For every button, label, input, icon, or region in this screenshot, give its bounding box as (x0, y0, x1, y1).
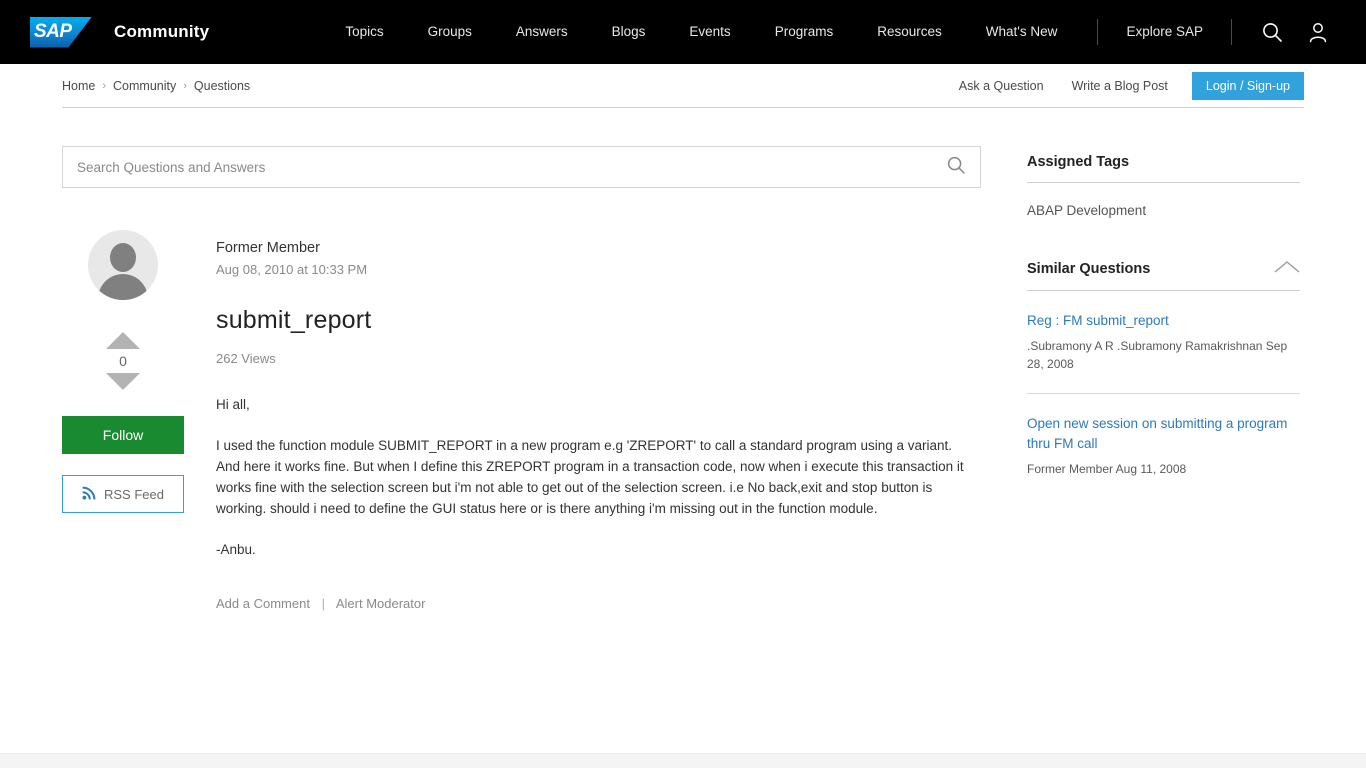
search-input[interactable] (77, 159, 946, 175)
brand-area[interactable]: SAP Community (30, 16, 210, 48)
user-account-icon[interactable] (1298, 12, 1338, 52)
breadcrumb-item-home[interactable]: Home (62, 79, 95, 93)
search-icon[interactable] (1252, 12, 1292, 52)
nav-item-blogs[interactable]: Blogs (590, 0, 668, 64)
question-text: Hi all, I used the function module SUBMI… (216, 394, 976, 560)
similar-question-link[interactable]: Reg : FM submit_report (1027, 311, 1300, 331)
rss-feed-label: RSS Feed (104, 486, 164, 502)
breadcrumb: Home › Community › Questions (62, 79, 250, 93)
nav-item-events[interactable]: Events (667, 0, 752, 64)
sap-logo-icon[interactable]: SAP (30, 16, 92, 48)
secondary-menu: Explore SAP (1083, 0, 1338, 64)
follow-button[interactable]: Follow (62, 416, 184, 454)
question-left-rail: 0 Follow RSS Feed (62, 230, 184, 611)
question-author: Former Member (216, 240, 320, 256)
similar-question-link[interactable]: Open new session on submitting a program… (1027, 414, 1300, 454)
main-column: 0 Follow RSS Feed For (62, 146, 981, 611)
breadcrumb-item-questions[interactable]: Questions (194, 79, 250, 93)
alert-moderator-link[interactable]: Alert Moderator (336, 596, 426, 611)
vote-widget: 0 (62, 332, 184, 390)
question-paragraph: -Anbu. (216, 542, 256, 557)
assigned-tags-title: Assigned Tags (1027, 154, 1130, 170)
menu-divider-1 (1097, 19, 1099, 45)
question-body: Former Member Aug 08, 2010 at 10:33 PM s… (216, 230, 981, 611)
nav-item-programs[interactable]: Programs (753, 0, 856, 64)
rss-feed-button[interactable]: RSS Feed (62, 475, 184, 513)
page-title: submit_report (216, 306, 372, 334)
top-navigation-bar: SAP Community Topics Groups Answers Blog… (0, 0, 1366, 64)
upvote-icon[interactable] (106, 332, 140, 349)
action-divider: | (321, 596, 325, 611)
ask-a-question-link[interactable]: Ask a Question (945, 79, 1058, 93)
question-date: Aug 08, 2010 at 10:33 PM (216, 262, 368, 277)
search-bar[interactable] (62, 146, 981, 188)
login-signup-button[interactable]: Login / Sign-up (1191, 72, 1304, 100)
sidebar: Assigned Tags ABAP Development Similar Q… (1027, 146, 1300, 611)
page-content: 0 Follow RSS Feed For (0, 146, 1366, 611)
rss-icon (82, 486, 96, 503)
avatar (88, 230, 158, 300)
breadcrumb-separator-2: › (183, 80, 187, 92)
breadcrumb-item-community[interactable]: Community (113, 79, 176, 93)
nav-item-whats-new[interactable]: What's New (964, 0, 1080, 64)
sap-logo-text: SAP (34, 20, 72, 42)
nav-item-resources[interactable]: Resources (855, 0, 964, 64)
avatar-body (98, 274, 148, 300)
downvote-icon[interactable] (106, 373, 140, 390)
question-paragraph: I used the function module SUBMIT_REPORT… (216, 438, 964, 516)
question-paragraph: Hi all, (216, 397, 250, 412)
write-a-blog-post-link[interactable]: Write a Blog Post (1058, 79, 1182, 93)
breadcrumb-separator-1: › (102, 80, 107, 92)
question-views: 262 Views (216, 351, 276, 366)
nav-item-explore-sap[interactable]: Explore SAP (1112, 0, 1217, 64)
list-item: Open new session on submitting a program… (1027, 394, 1300, 478)
vote-count: 0 (119, 353, 127, 369)
chevron-up-icon[interactable] (1274, 260, 1300, 278)
breadcrumb-actions: Ask a Question Write a Blog Post Login /… (945, 72, 1304, 100)
nav-item-answers[interactable]: Answers (494, 0, 590, 64)
question-container: 0 Follow RSS Feed Former Member Aug 08, … (62, 230, 981, 611)
avatar-head (110, 243, 136, 272)
tag-abap-development[interactable]: ABAP Development (1027, 183, 1300, 218)
nav-item-topics[interactable]: Topics (323, 0, 405, 64)
brand-title: Community (114, 22, 210, 41)
similar-questions-title[interactable]: Similar Questions (1027, 260, 1300, 278)
similar-question-meta: Former Member Aug 11, 2008 (1027, 462, 1187, 476)
footer-strip (0, 753, 1366, 768)
similar-questions-label: Similar Questions (1027, 261, 1151, 277)
nav-item-groups[interactable]: Groups (406, 0, 494, 64)
list-item: Reg : FM submit_report .Subramony A R .S… (1027, 291, 1300, 394)
breadcrumb-bar: Home › Community › Questions Ask a Quest… (0, 64, 1366, 108)
similar-question-meta: .Subramony A R .Subramony Ramakrishnan S… (1027, 339, 1288, 371)
search-icon[interactable] (946, 155, 966, 180)
menu-divider-2 (1231, 19, 1232, 45)
primary-menu: Topics Groups Answers Blogs Events Progr… (323, 0, 1079, 64)
add-a-comment-link[interactable]: Add a Comment (216, 596, 310, 611)
assigned-tags-section: Assigned Tags ABAP Development (1027, 154, 1300, 218)
similar-questions-section: Similar Questions Reg : FM submit_report… (1027, 260, 1300, 478)
question-actions: Add a Comment | Alert Moderator (216, 596, 981, 611)
